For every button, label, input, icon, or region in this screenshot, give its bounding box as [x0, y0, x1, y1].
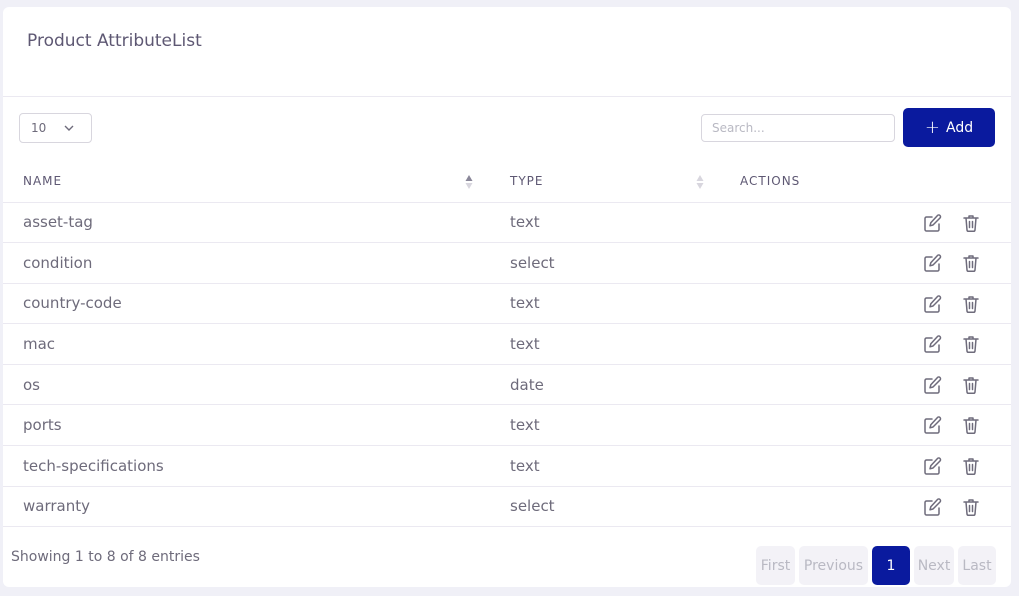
table-info: Showing 1 to 8 of 8 entries	[11, 549, 200, 565]
attribute-name-cell: os	[3, 364, 490, 406]
pagination-last[interactable]: Last	[958, 546, 996, 585]
page-title: Product AttributeList	[27, 31, 202, 51]
attribute-name-cell: tech-specifications	[3, 445, 490, 487]
table-row: tech-specifications text	[3, 445, 1011, 487]
table-row: condition select	[3, 242, 1011, 284]
column-header-actions: ACTIONS	[720, 161, 1011, 203]
pagination-page-1[interactable]: 1	[872, 546, 910, 585]
search-input[interactable]	[701, 114, 895, 142]
edit-icon[interactable]	[923, 415, 943, 435]
actions-cell	[720, 404, 1011, 447]
table-row: asset-tag text	[3, 202, 1011, 244]
edit-icon[interactable]	[923, 375, 943, 395]
edit-icon[interactable]	[923, 253, 943, 273]
edit-icon[interactable]	[923, 497, 943, 517]
attribute-type-cell: text	[490, 202, 720, 244]
trash-icon[interactable]	[961, 456, 981, 476]
attribute-name-cell: mac	[3, 323, 490, 365]
actions-cell	[720, 242, 1011, 284]
trash-icon[interactable]	[961, 497, 981, 517]
column-header-type[interactable]: TYPE	[490, 161, 720, 203]
table-body: asset-tag text condition select country-code…	[3, 202, 1011, 528]
column-header-actions-label: ACTIONS	[740, 174, 801, 189]
table-toolbar: 10 + Add	[3, 108, 1011, 148]
actions-cell	[720, 486, 1011, 528]
table-row: country-code text	[3, 283, 1011, 325]
add-button-label: Add	[945, 119, 974, 136]
column-header-name[interactable]: NAME	[3, 161, 490, 203]
sort-icon	[696, 175, 704, 189]
table-header-row: NAME TYPE ACTIONS	[3, 161, 1011, 203]
edit-icon[interactable]	[923, 213, 943, 233]
table-row: os date	[3, 364, 1011, 406]
attribute-type-cell: select	[490, 242, 720, 284]
card-header: Product AttributeList	[3, 7, 1011, 97]
attribute-type-cell: date	[490, 364, 720, 406]
attribute-name-cell: warranty	[3, 486, 490, 528]
table-row: ports text	[3, 404, 1011, 447]
actions-cell	[720, 445, 1011, 487]
attribute-name-cell: asset-tag	[3, 202, 490, 244]
actions-cell	[720, 202, 1011, 244]
edit-icon[interactable]	[923, 334, 943, 354]
attribute-name-cell: country-code	[3, 283, 490, 325]
sort-icon	[465, 175, 473, 189]
edit-icon[interactable]	[923, 294, 943, 314]
pagination-next[interactable]: Next	[914, 546, 954, 585]
attribute-name-cell: ports	[3, 404, 490, 447]
pagination: First Previous 1 Next Last	[756, 546, 996, 585]
attribute-type-cell: text	[490, 404, 720, 447]
trash-icon[interactable]	[961, 334, 981, 354]
table-row: warranty select	[3, 486, 1011, 528]
attribute-name-cell: condition	[3, 242, 490, 284]
attribute-type-cell: text	[490, 445, 720, 487]
add-button[interactable]: + Add	[903, 108, 995, 147]
column-header-type-label: TYPE	[510, 174, 544, 189]
trash-icon[interactable]	[961, 213, 981, 233]
attribute-table: NAME TYPE ACTIONS asset-tag text conditi…	[3, 161, 1011, 528]
attribute-list-card: Product AttributeList 10 + Add NAME	[3, 7, 1011, 587]
pagination-previous[interactable]: Previous	[799, 546, 868, 585]
actions-cell	[720, 283, 1011, 325]
page-length-select[interactable]: 10	[19, 113, 92, 143]
trash-icon[interactable]	[961, 415, 981, 435]
table-row: mac text	[3, 323, 1011, 365]
edit-icon[interactable]	[923, 456, 943, 476]
trash-icon[interactable]	[961, 375, 981, 395]
page-length-value: 10	[31, 121, 47, 135]
actions-cell	[720, 323, 1011, 365]
attribute-type-cell: text	[490, 283, 720, 325]
trash-icon[interactable]	[961, 294, 981, 314]
trash-icon[interactable]	[961, 253, 981, 273]
chevron-down-icon	[64, 125, 74, 131]
attribute-type-cell: select	[490, 486, 720, 528]
pagination-first[interactable]: First	[756, 546, 795, 585]
actions-cell	[720, 364, 1011, 406]
attribute-type-cell: text	[490, 323, 720, 365]
plus-icon: +	[924, 116, 940, 138]
column-header-name-label: NAME	[23, 174, 63, 189]
